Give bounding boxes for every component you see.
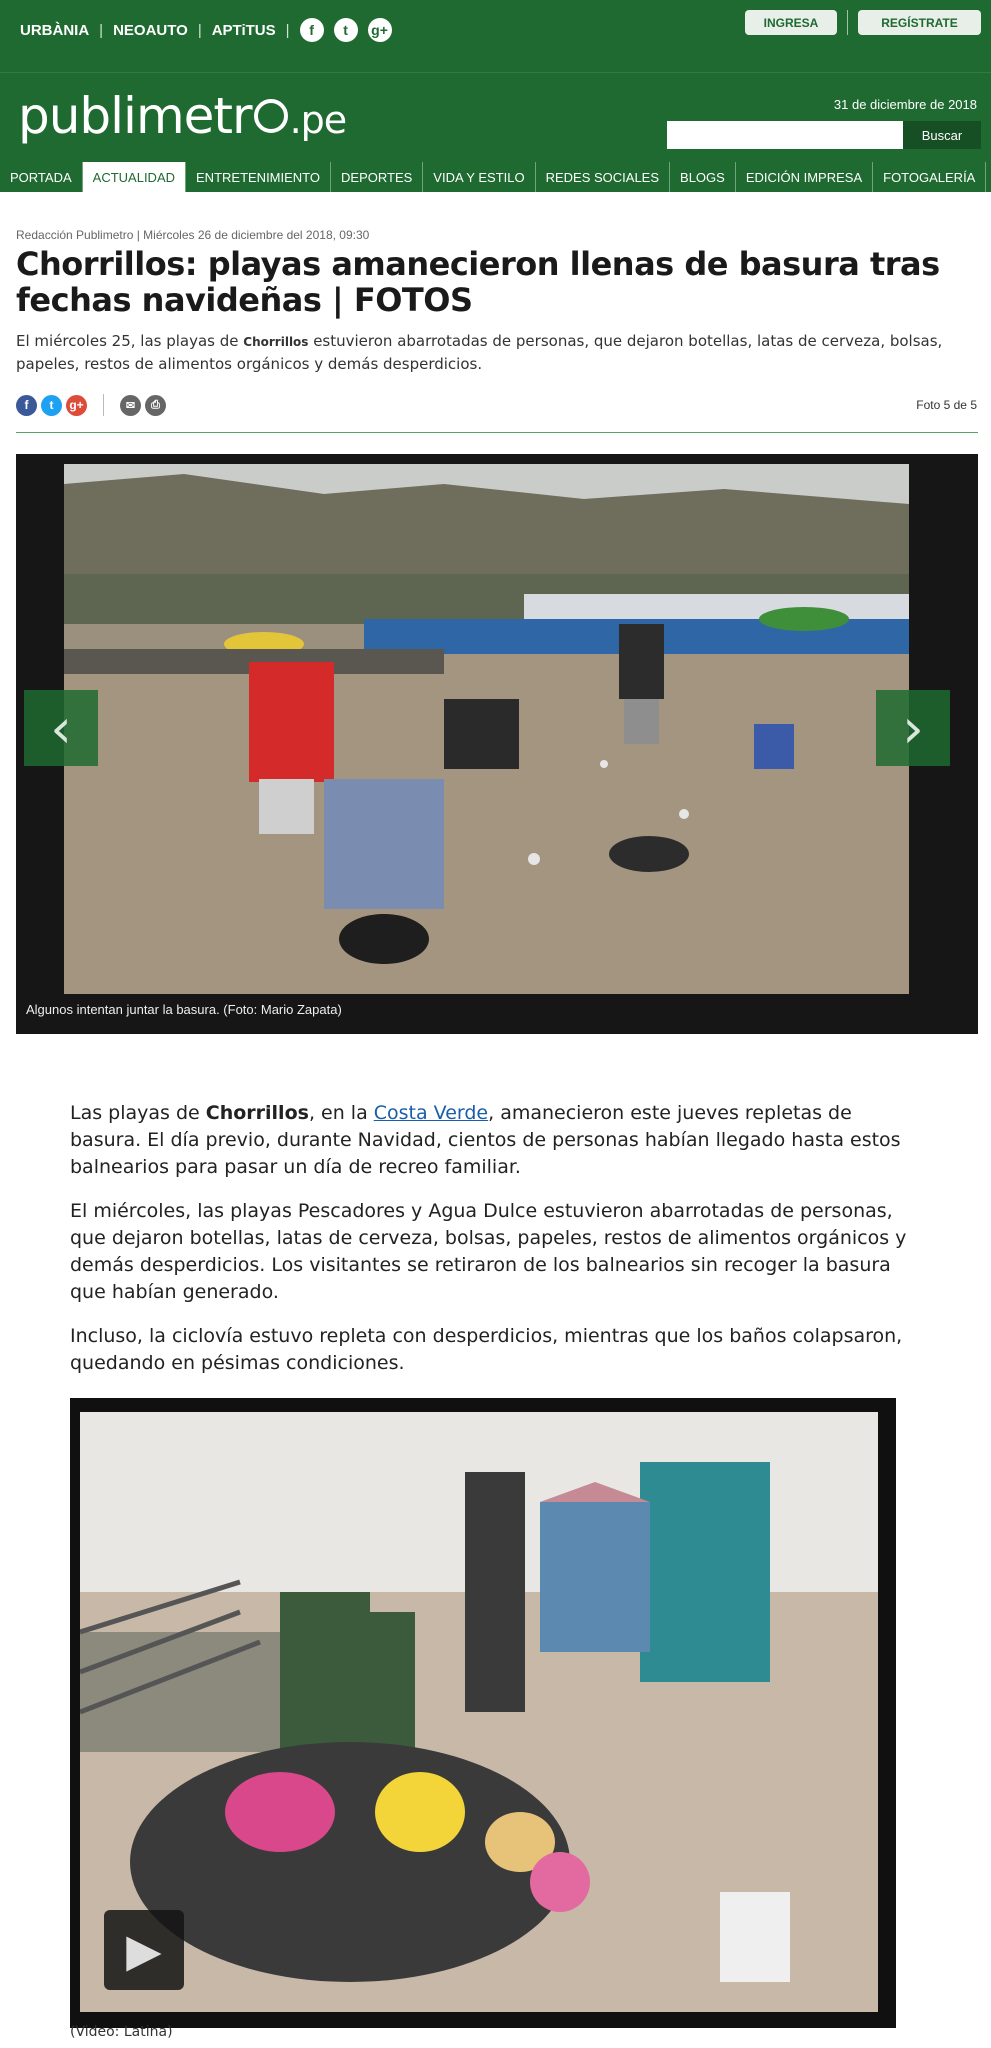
video-thumbnail-image	[80, 1412, 878, 2012]
search-form: Buscar	[667, 121, 981, 149]
costa-verde-link[interactable]: Costa Verde	[374, 1102, 488, 1124]
paragraph-bold: Chorrillos	[205, 1102, 309, 1124]
twitter-share-icon[interactable]: t	[41, 394, 62, 416]
nav-item-redes-sociales[interactable]: REDES SOCIALES	[536, 162, 671, 192]
nav-item-edicion-impresa[interactable]: EDICIÓN IMPRESA	[736, 162, 874, 192]
globe-icon	[253, 98, 288, 133]
nav-item-portada[interactable]: PORTADA	[0, 162, 83, 192]
twitter-icon[interactable]: t	[333, 18, 358, 42]
paragraph: Las playas de Chorrillos, en la Costa Ve…	[70, 1100, 920, 1181]
login-button[interactable]: INGRESA	[745, 10, 837, 35]
nav-item-deportes[interactable]: DEPORTES	[331, 162, 424, 192]
paragraph: Incluso, la ciclovía estuvo repleta con …	[70, 1325, 903, 1374]
google-plus-share-icon[interactable]: g+	[66, 394, 87, 416]
email-icon[interactable]: ✉	[120, 394, 141, 416]
search-button[interactable]: Buscar	[903, 121, 981, 149]
partner-link-neoauto[interactable]: NEOAUTO	[113, 22, 188, 39]
print-icon[interactable]: ⎙	[145, 394, 166, 416]
lead-text: El miércoles 25, las playas de	[16, 332, 244, 350]
google-plus-icon[interactable]: g+	[367, 18, 392, 42]
separator: |	[197, 21, 202, 39]
video-caption: (Video: Latina)	[70, 2024, 173, 2040]
main-nav: PORTADA ACTUALIDAD ENTRETENIMIENTO DEPOR…	[0, 162, 991, 192]
nav-item-actualidad[interactable]: ACTUALIDAD	[82, 162, 187, 192]
play-icon[interactable]: ▶	[104, 1910, 184, 1990]
site-logo[interactable]: publimetr .pe	[18, 87, 348, 145]
search-input[interactable]	[667, 121, 903, 149]
gallery-photo	[64, 464, 909, 994]
article-lead: El miércoles 25, las playas de Chorrillo…	[16, 330, 978, 375]
top-bar: URBÀNIA | NEOAUTO | APTiTUS | f t g+ ING…	[0, 0, 991, 72]
divider	[847, 10, 848, 35]
facebook-share-icon[interactable]: f	[16, 394, 37, 416]
article-body: Las playas de Chorrillos, en la Costa Ve…	[70, 1100, 920, 1394]
logo-text: publimetr	[18, 87, 253, 145]
gallery-prev-button[interactable]: ‹	[24, 690, 98, 766]
nav-item-blogs[interactable]: BLOGS	[670, 162, 736, 192]
share-bar: f t g+ ✉ ⎙	[16, 394, 166, 416]
brand-bar: publimetr .pe 31 de diciembre de 2018 Bus…	[0, 72, 991, 162]
beach-cleanup-image	[64, 464, 909, 994]
divider	[16, 432, 978, 433]
facebook-icon[interactable]: f	[299, 18, 324, 42]
gallery-next-button[interactable]: ›	[876, 690, 950, 766]
nav-item-entretenimiento[interactable]: ENTRETENIMIENTO	[186, 162, 332, 192]
photo-caption: Algunos intentan juntar la basura. (Foto…	[26, 1002, 342, 1017]
paragraph: El miércoles, las playas Pescadores y Ag…	[70, 1200, 907, 1303]
separator: |	[285, 21, 290, 39]
divider	[103, 394, 104, 416]
separator: |	[99, 21, 104, 39]
partner-links: URBÀNIA | NEOAUTO | APTiTUS | f t g+	[20, 18, 392, 42]
nav-item-fotogaleria[interactable]: FOTOGALERÍA	[873, 162, 987, 192]
lead-place: Chorrillos	[243, 335, 309, 349]
partner-link-urbania[interactable]: URBÀNIA	[20, 22, 89, 39]
logo-suffix: .pe	[289, 98, 348, 142]
photo-counter: Foto 5 de 5	[916, 398, 977, 412]
article-title: Chorrillos: playas amanecieron llenas de…	[16, 245, 940, 319]
video-player[interactable]: ▶	[70, 1398, 896, 2028]
auth-buttons: INGRESA REGÍSTRATE	[745, 10, 981, 35]
photo-gallery: ‹ › Algunos intentan juntar la basura. (…	[16, 454, 978, 1034]
video-frame	[80, 1412, 878, 2012]
article-byline: Redacción Publimetro | Miércoles 26 de d…	[16, 228, 370, 242]
current-date: 31 de diciembre de 2018	[833, 97, 977, 112]
partner-link-aptitus[interactable]: APTiTUS	[212, 22, 276, 39]
nav-item-vida-y-estilo[interactable]: VIDA Y ESTILO	[423, 162, 536, 192]
register-button[interactable]: REGÍSTRATE	[858, 10, 981, 35]
paragraph-text: , en la	[308, 1102, 374, 1124]
paragraph-text: Las playas de	[70, 1102, 206, 1124]
